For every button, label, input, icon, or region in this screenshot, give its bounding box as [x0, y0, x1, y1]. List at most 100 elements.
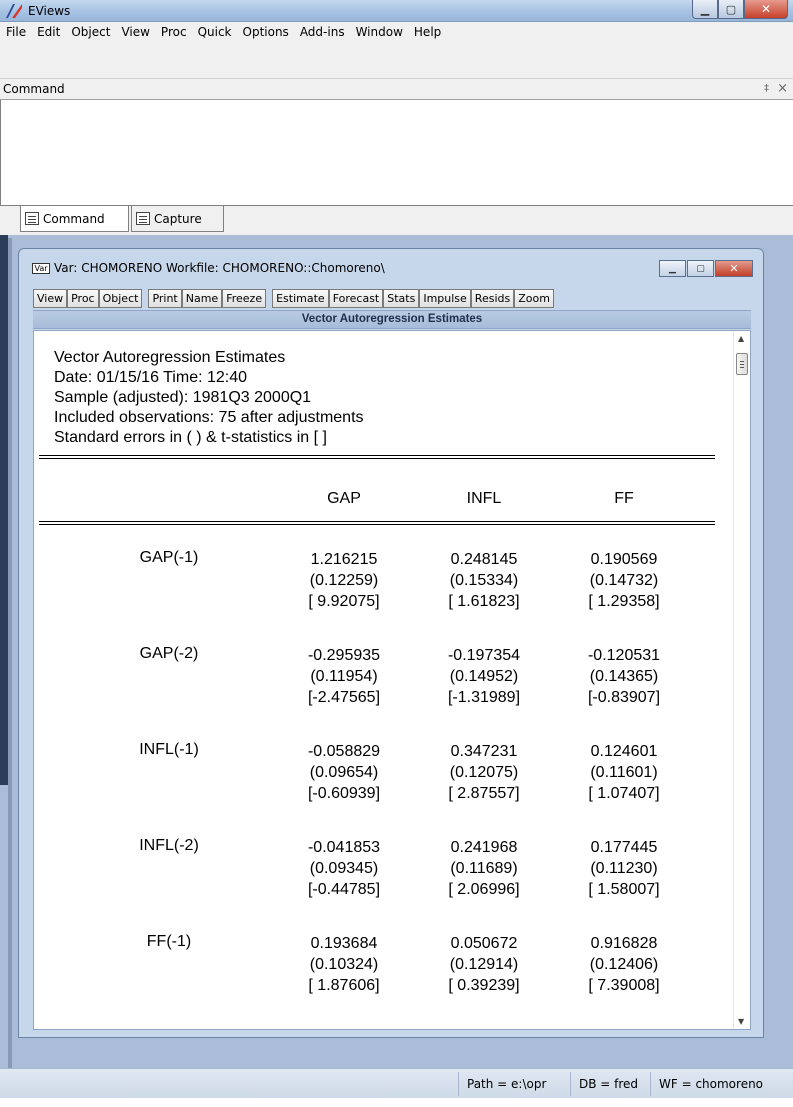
maximize-button[interactable]: ▢ — [718, 0, 744, 19]
tab-command-label: Command — [43, 211, 105, 226]
row-label: FF(-1) — [146, 933, 192, 950]
coefficient-cell: 0.916828 — [590, 935, 658, 952]
status-bar: Path = e:\opr DB = fred WF = chomoreno — [0, 1068, 793, 1098]
row-label: INFL(-2) — [139, 837, 199, 854]
command-input-area[interactable] — [0, 100, 793, 205]
var-window-titlebar[interactable]: Var Var: CHOMORENO Workfile: CHOMORENO::… — [19, 249, 763, 277]
menu-object[interactable]: Object — [71, 25, 110, 39]
view-button[interactable]: View — [33, 289, 68, 308]
t-stat-cell: [ 1.87606] — [308, 977, 380, 994]
maximize-icon: ▢ — [696, 263, 705, 274]
double-rule — [39, 455, 715, 459]
coefficient-cell: -0.197354 — [447, 647, 521, 664]
command-pane-title: Command — [3, 82, 65, 96]
t-stat-cell: [ 1.29358] — [588, 593, 660, 610]
output-view[interactable]: Vector Autoregression Estimates Date: 01… — [33, 330, 751, 1030]
status-wf: WF = chomoreno — [650, 1072, 793, 1096]
zoom-button[interactable]: Zoom — [514, 289, 554, 308]
coefficient-cell: 0.193684 — [310, 935, 378, 952]
column-header: INFL — [466, 490, 502, 507]
menu-options[interactable]: Options — [243, 25, 289, 39]
close-icon: ✕ — [760, 2, 772, 16]
menu-help[interactable]: Help — [414, 25, 441, 39]
output-header: Vector Autoregression Estimates — [33, 310, 751, 329]
menu-file[interactable]: File — [6, 25, 26, 39]
scroll-down-icon[interactable]: ▼ — [738, 1017, 744, 1026]
coefficient-cell: 0.248145 — [450, 551, 518, 568]
menu-window[interactable]: Window — [356, 25, 403, 39]
app-title: EViews — [28, 4, 71, 18]
freeze-button[interactable]: Freeze — [222, 289, 267, 308]
std-error-cell: (0.12075) — [449, 764, 519, 781]
std-error-cell: (0.14952) — [449, 668, 519, 685]
close-icon: ✕ — [729, 262, 739, 275]
var-maximize-button[interactable]: ▢ — [687, 260, 714, 277]
var-close-button[interactable]: ✕ — [715, 260, 753, 277]
menu-edit[interactable]: Edit — [37, 25, 60, 39]
scroll-up-icon[interactable]: ▲ — [738, 334, 744, 343]
forecast-button[interactable]: Forecast — [328, 289, 384, 308]
menu-proc[interactable]: Proc — [161, 25, 187, 39]
std-error-cell: (0.14732) — [589, 572, 659, 589]
t-stat-cell: [ 1.61823] — [448, 593, 520, 610]
scroll-thumb[interactable] — [736, 353, 748, 375]
var-window[interactable]: Var Var: CHOMORENO Workfile: CHOMORENO::… — [18, 248, 764, 1038]
resids-button[interactable]: Resids — [470, 289, 515, 308]
t-stat-cell: [ 1.58007] — [588, 881, 660, 898]
eviews-logo-icon — [6, 4, 22, 18]
coefficient-cell: 0.241968 — [450, 839, 518, 856]
window-controls: ▁ ▢ ✕ — [692, 0, 788, 20]
coefficient-cell: -0.295935 — [307, 647, 381, 664]
var-toolbar: View Proc Object Print Name Freeze Estim… — [33, 289, 554, 309]
minimize-icon: ▁ — [669, 263, 676, 274]
std-error-cell: (0.11689) — [450, 860, 518, 877]
var-window-title: Var: CHOMORENO Workfile: CHOMORENO::Chom… — [54, 261, 385, 275]
t-stat-cell: [ 2.06996] — [448, 881, 520, 898]
minimize-button[interactable]: ▁ — [692, 0, 718, 19]
row-label: INFL(-1) — [139, 741, 199, 758]
status-db: DB = fred — [570, 1072, 650, 1096]
pin-icon[interactable]: ‡ — [764, 83, 769, 94]
var-minimize-button[interactable]: ▁ — [659, 260, 686, 277]
close-button[interactable]: ✕ — [744, 0, 788, 19]
std-error-cell: (0.14365) — [589, 668, 659, 685]
tab-command[interactable]: Command — [20, 206, 129, 232]
close-pane-icon[interactable]: × — [777, 81, 788, 96]
menu-view[interactable]: View — [121, 25, 149, 39]
print-button[interactable]: Print — [148, 289, 182, 308]
coefficient-cell: 0.177445 — [590, 839, 658, 856]
stats-button[interactable]: Stats — [383, 289, 420, 308]
t-stat-cell: [ 0.39239] — [448, 977, 520, 994]
t-stat-cell: [-0.44785] — [307, 881, 381, 898]
estimate-button[interactable]: Estimate — [272, 289, 329, 308]
double-rule — [39, 521, 715, 525]
name-button[interactable]: Name — [181, 289, 223, 308]
row-label: GAP(-2) — [139, 645, 199, 662]
coefficient-cell: 0.190569 — [590, 551, 658, 568]
menu-addins[interactable]: Add-ins — [300, 25, 345, 39]
impulse-button[interactable]: Impulse — [419, 289, 471, 308]
menu-quick[interactable]: Quick — [198, 25, 232, 39]
std-error-cell: (0.10324) — [309, 956, 379, 973]
app-titlebar[interactable]: EViews ▁ ▢ ✕ — [0, 0, 793, 22]
maximize-icon: ▢ — [725, 2, 737, 16]
output-line-obs: Included observations: 75 after adjustme… — [54, 409, 364, 426]
row-label: GAP(-1) — [139, 549, 199, 566]
tab-capture[interactable]: Capture — [131, 206, 224, 232]
workspace-edge-inner — [8, 238, 12, 1068]
tab-capture-label: Capture — [154, 211, 202, 226]
std-error-cell: (0.11601) — [590, 764, 658, 781]
vertical-scrollbar[interactable]: ▲ ▼ — [733, 331, 750, 1029]
t-stat-cell: [ 9.92075] — [308, 593, 380, 610]
t-stat-cell: [-0.83907] — [587, 689, 661, 706]
std-error-cell: (0.09345) — [309, 860, 379, 877]
t-stat-cell: [ 2.87557] — [448, 785, 520, 802]
object-button[interactable]: Object — [98, 289, 143, 308]
proc-button[interactable]: Proc — [67, 289, 99, 308]
command-pane-header: Command ‡ × — [0, 78, 793, 100]
std-error-cell: (0.15334) — [449, 572, 519, 589]
t-stat-cell: [-1.31989] — [447, 689, 521, 706]
var-window-controls: ▁ ▢ ✕ — [658, 260, 753, 277]
std-error-cell: (0.09654) — [309, 764, 379, 781]
std-error-cell: (0.12914) — [449, 956, 519, 973]
